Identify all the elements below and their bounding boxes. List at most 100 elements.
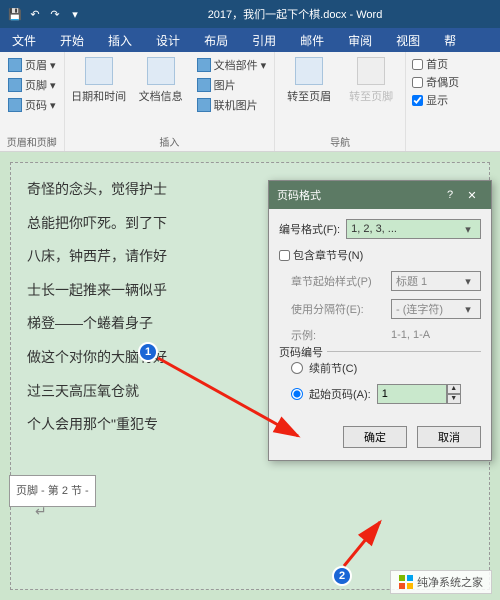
datetime-label: 日期和时间	[71, 88, 126, 104]
datetime-icon	[85, 57, 113, 85]
include-chapter-checkbox[interactable]: 包含章节号(N)	[279, 247, 481, 263]
page-numbering-fieldset: 续前节(C) 起始页码(A): ▲ ▼	[279, 351, 481, 404]
number-format-value: 1, 2, 3, ...	[351, 223, 397, 235]
start-at-radio[interactable]	[291, 388, 303, 400]
separator-combo: - (连字符) ▾	[391, 299, 481, 319]
ribbon-tabs: 文件 开始 插入 设计 布局 引用 邮件 审阅 视图 帮	[0, 28, 500, 52]
header-button[interactable]: 页眉 ▾	[6, 56, 58, 74]
picture-button[interactable]: 图片	[195, 76, 269, 94]
show-label: 显示	[426, 92, 448, 108]
group-label: 页眉和页脚	[6, 132, 58, 151]
window-title: 2017，我们一起下个棋.docx - Word	[90, 6, 500, 22]
tab-layout[interactable]: 布局	[192, 28, 240, 52]
watermark: 纯净系统之家	[390, 570, 492, 594]
chevron-down-icon: ▾	[460, 303, 476, 316]
chevron-down-icon: ▾	[460, 275, 476, 288]
odd-even-checkbox[interactable]: 奇偶页	[412, 74, 459, 90]
group-options: 首页 奇偶页 显示	[406, 52, 465, 151]
undo-icon[interactable]: ↶	[26, 5, 44, 23]
continue-label: 续前节(C)	[309, 360, 357, 376]
spinner-up-icon[interactable]: ▲	[447, 384, 461, 394]
spinner-down-icon[interactable]: ▼	[447, 394, 461, 404]
annotation-badge-2: 2	[332, 566, 352, 586]
gofooter-icon	[357, 57, 385, 85]
page-number-format-dialog: 页码格式 ? ✕ 编号格式(F): 1, 2, 3, ... ▾ 包含章节号(N…	[268, 180, 492, 461]
titlebar: 💾 ↶ ↷ ▾ 2017，我们一起下个棋.docx - Word	[0, 0, 500, 28]
goheader-label: 转至页眉	[287, 88, 331, 104]
start-at-input[interactable]	[377, 384, 447, 404]
goheader-button[interactable]: 转至页眉	[281, 56, 337, 105]
goheader-icon	[295, 57, 323, 85]
online-picture-button[interactable]: 联机图片	[195, 96, 269, 114]
gofooter-button: 转至页脚	[343, 56, 399, 105]
start-at-label: 起始页码(A):	[309, 386, 371, 402]
group-label: 导航	[281, 132, 399, 151]
ok-button[interactable]: 确定	[343, 426, 407, 448]
qat-dropdown-icon[interactable]: ▾	[66, 5, 84, 23]
tab-file[interactable]: 文件	[0, 28, 48, 52]
dialog-footer: 确定 取消	[269, 418, 491, 460]
pagenum-label: 页码 ▾	[25, 97, 56, 113]
dialog-body: 编号格式(F): 1, 2, 3, ... ▾ 包含章节号(N) 章节起始样式(…	[269, 209, 491, 418]
header-label: 页眉 ▾	[25, 57, 56, 73]
odd-even-label: 奇偶页	[426, 74, 459, 90]
quick-access-toolbar: 💾 ↶ ↷ ▾	[0, 5, 90, 23]
redo-icon[interactable]: ↷	[46, 5, 64, 23]
include-chapter-label: 包含章节号(N)	[293, 247, 363, 263]
chapter-style-combo: 标题 1 ▾	[391, 271, 481, 291]
ribbon: 页眉 ▾ 页脚 ▾ 页码 ▾ 页眉和页脚 日期和时间 文档信息 文档部件 ▾ 图…	[0, 52, 500, 152]
tab-design[interactable]: 设计	[144, 28, 192, 52]
online-picture-icon	[197, 98, 211, 112]
pagenumber-button[interactable]: 页码 ▾	[6, 96, 58, 114]
docinfo-label: 文档信息	[139, 88, 183, 104]
separator-label: 使用分隔符(E):	[291, 301, 385, 317]
footer-icon	[8, 78, 22, 92]
group-label: 插入	[71, 132, 269, 151]
chevron-down-icon: ▾	[460, 223, 476, 236]
continue-radio[interactable]	[291, 362, 303, 374]
tab-help[interactable]: 帮	[432, 28, 468, 52]
watermark-text: 纯净系统之家	[417, 574, 483, 590]
dialog-titlebar[interactable]: 页码格式 ? ✕	[269, 181, 491, 209]
cancel-button[interactable]: 取消	[417, 426, 481, 448]
close-icon[interactable]: ✕	[461, 189, 483, 202]
tab-insert[interactable]: 插入	[96, 28, 144, 52]
docparts-icon	[197, 58, 211, 72]
footer-section-label: 页脚 - 第 2 节 -	[9, 475, 96, 507]
watermark-logo-icon	[399, 575, 413, 589]
chapter-style-label: 章节起始样式(P)	[291, 273, 385, 289]
tab-home[interactable]: 开始	[48, 28, 96, 52]
show-doc-checkbox[interactable]: 显示	[412, 92, 459, 108]
footer-label: 页脚 ▾	[25, 77, 56, 93]
start-at-spinner[interactable]: ▲ ▼	[377, 384, 461, 404]
gofooter-label: 转至页脚	[349, 88, 393, 104]
example-value: 1-1, 1-A	[391, 329, 481, 341]
pagenum-icon	[8, 98, 22, 112]
online-picture-label: 联机图片	[214, 97, 258, 113]
tab-mailings[interactable]: 邮件	[288, 28, 336, 52]
datetime-button[interactable]: 日期和时间	[71, 56, 127, 114]
number-format-label: 编号格式(F):	[279, 221, 340, 237]
separator-value: - (连字符)	[396, 301, 443, 317]
help-icon[interactable]: ?	[439, 189, 461, 201]
number-format-combo[interactable]: 1, 2, 3, ... ▾	[346, 219, 481, 239]
picture-icon	[197, 78, 211, 92]
tab-review[interactable]: 审阅	[336, 28, 384, 52]
group-header-footer: 页眉 ▾ 页脚 ▾ 页码 ▾ 页眉和页脚	[0, 52, 65, 151]
docinfo-button[interactable]: 文档信息	[133, 56, 189, 114]
chapter-style-value: 标题 1	[396, 273, 427, 289]
group-insert: 日期和时间 文档信息 文档部件 ▾ 图片 联机图片 插入	[65, 52, 276, 151]
first-page-diff-checkbox[interactable]: 首页	[412, 56, 459, 72]
tab-view[interactable]: 视图	[384, 28, 432, 52]
first-page-label: 首页	[426, 56, 448, 72]
annotation-badge-1: 1	[138, 342, 158, 362]
picture-label: 图片	[214, 77, 236, 93]
example-label: 示例:	[291, 327, 385, 343]
docinfo-icon	[147, 57, 175, 85]
group-nav: 转至页眉 转至页脚 导航	[275, 52, 406, 151]
header-icon	[8, 58, 22, 72]
save-icon[interactable]: 💾	[6, 5, 24, 23]
docparts-button[interactable]: 文档部件 ▾	[195, 56, 269, 74]
footer-button[interactable]: 页脚 ▾	[6, 76, 58, 94]
tab-references[interactable]: 引用	[240, 28, 288, 52]
